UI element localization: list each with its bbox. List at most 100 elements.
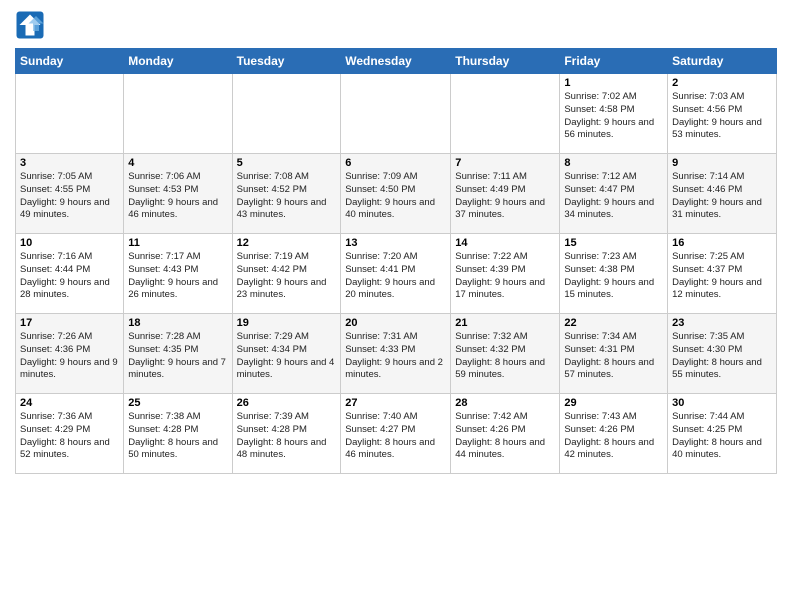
day-number: 5 [237, 157, 337, 169]
day-number: 28 [455, 397, 555, 409]
day-cell: 11 Sunrise: 7:17 AMSunset: 4:43 PMDayligh… [124, 234, 232, 314]
day-info: Sunrise: 7:32 AMSunset: 4:32 PMDaylight:… [455, 331, 555, 382]
day-info: Sunrise: 7:09 AMSunset: 4:50 PMDaylight:… [345, 171, 446, 222]
day-cell: 24 Sunrise: 7:36 AMSunset: 4:29 PMDayligh… [16, 394, 124, 474]
calendar-table: SundayMondayTuesdayWednesdayThursdayFrid… [15, 48, 777, 474]
week-row-3: 10 Sunrise: 7:16 AMSunset: 4:44 PMDayligh… [16, 234, 777, 314]
day-info: Sunrise: 7:42 AMSunset: 4:26 PMDaylight:… [455, 411, 555, 462]
week-row-4: 17 Sunrise: 7:26 AMSunset: 4:36 PMDayligh… [16, 314, 777, 394]
day-info: Sunrise: 7:12 AMSunset: 4:47 PMDaylight:… [564, 171, 663, 222]
day-info: Sunrise: 7:44 AMSunset: 4:25 PMDaylight:… [672, 411, 772, 462]
day-cell: 26 Sunrise: 7:39 AMSunset: 4:28 PMDayligh… [232, 394, 341, 474]
day-cell: 23Sunrise: 7:35 AMSunset: 4:30 PMDayligh… [668, 314, 777, 394]
day-cell: 1Sunrise: 7:02 AMSunset: 4:58 PMDaylight… [560, 74, 668, 154]
day-cell: 12Sunrise: 7:19 AMSunset: 4:42 PMDayligh… [232, 234, 341, 314]
day-cell: 16 Sunrise: 7:25 AMSunset: 4:37 PMDayligh… [668, 234, 777, 314]
page: SundayMondayTuesdayWednesdayThursdayFrid… [0, 0, 792, 612]
week-row-1: 1Sunrise: 7:02 AMSunset: 4:58 PMDaylight… [16, 74, 777, 154]
day-cell: 15 Sunrise: 7:23 AMSunset: 4:38 PMDayligh… [560, 234, 668, 314]
day-number: 10 [20, 237, 119, 249]
day-number: 22 [564, 317, 663, 329]
day-info: Sunrise: 7:38 AMSunset: 4:28 PMDaylight:… [128, 411, 227, 462]
day-info: Sunrise: 7:06 AMSunset: 4:53 PMDaylight:… [128, 171, 227, 222]
weekday-saturday: Saturday [668, 49, 777, 74]
day-info: Sunrise: 7:20 AMSunset: 4:41 PMDaylight:… [345, 251, 446, 302]
day-info: Sunrise: 7:17 AMSunset: 4:43 PMDaylight:… [128, 251, 227, 302]
day-number: 20 [345, 317, 446, 329]
day-cell: 8 Sunrise: 7:12 AMSunset: 4:47 PMDaylight… [560, 154, 668, 234]
day-info: Sunrise: 7:26 AMSunset: 4:36 PMDaylight:… [20, 331, 119, 382]
day-info: Sunrise: 7:31 AMSunset: 4:33 PMDaylight:… [345, 331, 446, 382]
day-number: 26 [237, 397, 337, 409]
day-cell: 28 Sunrise: 7:42 AMSunset: 4:26 PMDayligh… [451, 394, 560, 474]
day-info: Sunrise: 7:23 AMSunset: 4:38 PMDaylight:… [564, 251, 663, 302]
day-info: Sunrise: 7:22 AMSunset: 4:39 PMDaylight:… [455, 251, 555, 302]
day-cell: 30 Sunrise: 7:44 AMSunset: 4:25 PMDayligh… [668, 394, 777, 474]
day-cell: 14Sunrise: 7:22 AMSunset: 4:39 PMDayligh… [451, 234, 560, 314]
day-info: Sunrise: 7:36 AMSunset: 4:29 PMDaylight:… [20, 411, 119, 462]
day-cell: 2 Sunrise: 7:03 AMSunset: 4:56 PMDaylight… [668, 74, 777, 154]
day-cell: 9Sunrise: 7:14 AMSunset: 4:46 PMDaylight… [668, 154, 777, 234]
weekday-tuesday: Tuesday [232, 49, 341, 74]
day-info: Sunrise: 7:08 AMSunset: 4:52 PMDaylight:… [237, 171, 337, 222]
day-cell: 21Sunrise: 7:32 AMSunset: 4:32 PMDayligh… [451, 314, 560, 394]
day-info: Sunrise: 7:34 AMSunset: 4:31 PMDaylight:… [564, 331, 663, 382]
day-info: Sunrise: 7:16 AMSunset: 4:44 PMDaylight:… [20, 251, 119, 302]
logo [15, 10, 49, 40]
day-number: 4 [128, 157, 227, 169]
day-info: Sunrise: 7:11 AMSunset: 4:49 PMDaylight:… [455, 171, 555, 222]
day-number: 25 [128, 397, 227, 409]
weekday-thursday: Thursday [451, 49, 560, 74]
day-cell: 18 Sunrise: 7:28 AMSunset: 4:35 PMDayligh… [124, 314, 232, 394]
day-number: 1 [564, 77, 663, 89]
day-cell: 7Sunrise: 7:11 AMSunset: 4:49 PMDaylight… [451, 154, 560, 234]
day-number: 3 [20, 157, 119, 169]
day-cell: 25 Sunrise: 7:38 AMSunset: 4:28 PMDayligh… [124, 394, 232, 474]
day-number: 13 [345, 237, 446, 249]
day-cell: 3Sunrise: 7:05 AMSunset: 4:55 PMDaylight… [16, 154, 124, 234]
day-cell: 27 Sunrise: 7:40 AMSunset: 4:27 PMDayligh… [341, 394, 451, 474]
day-number: 9 [672, 157, 772, 169]
day-number: 30 [672, 397, 772, 409]
day-cell: 6 Sunrise: 7:09 AMSunset: 4:50 PMDaylight… [341, 154, 451, 234]
day-number: 24 [20, 397, 119, 409]
day-cell: 4 Sunrise: 7:06 AMSunset: 4:53 PMDaylight… [124, 154, 232, 234]
day-cell [16, 74, 124, 154]
weekday-friday: Friday [560, 49, 668, 74]
day-number: 11 [128, 237, 227, 249]
day-number: 2 [672, 77, 772, 89]
day-cell [124, 74, 232, 154]
header [15, 10, 777, 40]
day-cell: 10 Sunrise: 7:16 AMSunset: 4:44 PMDayligh… [16, 234, 124, 314]
week-row-5: 24 Sunrise: 7:36 AMSunset: 4:29 PMDayligh… [16, 394, 777, 474]
day-cell: 29Sunrise: 7:43 AMSunset: 4:26 PMDayligh… [560, 394, 668, 474]
weekday-monday: Monday [124, 49, 232, 74]
day-cell: 22 Sunrise: 7:34 AMSunset: 4:31 PMDayligh… [560, 314, 668, 394]
day-number: 19 [237, 317, 337, 329]
day-cell [341, 74, 451, 154]
day-number: 17 [20, 317, 119, 329]
logo-icon [15, 10, 45, 40]
day-info: Sunrise: 7:03 AMSunset: 4:56 PMDaylight:… [672, 91, 772, 142]
day-cell [451, 74, 560, 154]
day-info: Sunrise: 7:25 AMSunset: 4:37 PMDaylight:… [672, 251, 772, 302]
day-cell: 5 Sunrise: 7:08 AMSunset: 4:52 PMDaylight… [232, 154, 341, 234]
day-number: 16 [672, 237, 772, 249]
day-cell: 19Sunrise: 7:29 AMSunset: 4:34 PMDayligh… [232, 314, 341, 394]
day-info: Sunrise: 7:39 AMSunset: 4:28 PMDaylight:… [237, 411, 337, 462]
day-number: 6 [345, 157, 446, 169]
day-cell: 13 Sunrise: 7:20 AMSunset: 4:41 PMDayligh… [341, 234, 451, 314]
day-info: Sunrise: 7:28 AMSunset: 4:35 PMDaylight:… [128, 331, 227, 382]
day-cell: 17 Sunrise: 7:26 AMSunset: 4:36 PMDayligh… [16, 314, 124, 394]
weekday-wednesday: Wednesday [341, 49, 451, 74]
day-cell: 20 Sunrise: 7:31 AMSunset: 4:33 PMDayligh… [341, 314, 451, 394]
week-row-2: 3Sunrise: 7:05 AMSunset: 4:55 PMDaylight… [16, 154, 777, 234]
weekday-sunday: Sunday [16, 49, 124, 74]
day-number: 12 [237, 237, 337, 249]
day-number: 8 [564, 157, 663, 169]
day-info: Sunrise: 7:40 AMSunset: 4:27 PMDaylight:… [345, 411, 446, 462]
day-number: 27 [345, 397, 446, 409]
day-info: Sunrise: 7:43 AMSunset: 4:26 PMDaylight:… [564, 411, 663, 462]
day-number: 15 [564, 237, 663, 249]
day-number: 18 [128, 317, 227, 329]
